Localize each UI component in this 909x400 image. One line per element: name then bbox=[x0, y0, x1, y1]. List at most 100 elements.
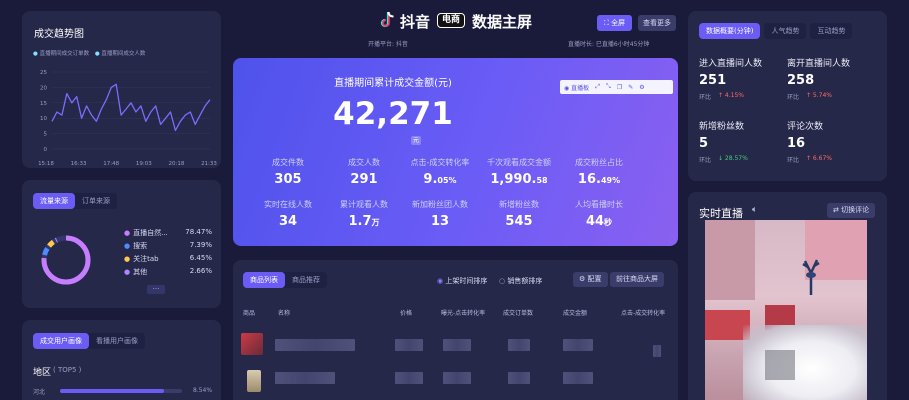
y-tick-label: 15 bbox=[40, 101, 47, 107]
source-tabs: 流量来源 订单来源 bbox=[33, 193, 117, 209]
tab-order-source[interactable]: 订单来源 bbox=[75, 193, 117, 209]
stat-compare-label: 环比 bbox=[699, 157, 712, 164]
metric-label: 成交粉丝占比 bbox=[575, 158, 623, 167]
trend-line bbox=[51, 83, 211, 132]
view-more-button[interactable]: 查看更多 bbox=[638, 15, 676, 31]
product-amount-blurred bbox=[563, 372, 593, 384]
metric-label: 新增粉丝数 bbox=[499, 200, 539, 209]
tab-interaction-trend[interactable]: 互动趋势 bbox=[810, 23, 853, 39]
region-sub: ( TOP5 ) bbox=[53, 366, 82, 374]
brand-name: 抖音 bbox=[400, 13, 431, 31]
switch-comments-label: 切换评论 bbox=[841, 206, 870, 214]
config-label: 配置 bbox=[587, 275, 602, 283]
region-row-fill bbox=[60, 389, 165, 393]
product-name-blurred bbox=[275, 339, 355, 351]
platform-info: 开播平台: 抖音 bbox=[368, 41, 408, 48]
region-row-pct: 8.54% bbox=[193, 387, 213, 394]
product-thumbnail bbox=[241, 333, 263, 355]
video-blur-block bbox=[765, 350, 795, 380]
product-row[interactable] bbox=[233, 330, 678, 362]
metric-value: 545 bbox=[474, 214, 564, 229]
y-tick-label: 0 bbox=[44, 147, 48, 153]
source-donut bbox=[41, 235, 91, 285]
sort-by-sales-label: 销售额排序 bbox=[507, 277, 543, 285]
region-row-name: 河北 bbox=[33, 389, 46, 396]
stat-change: ↑ 5.74% bbox=[806, 92, 832, 99]
product-amount-blurred bbox=[563, 339, 593, 351]
tab-viewer-portrait[interactable]: 看播用户画像 bbox=[89, 333, 145, 349]
source-dot-icon: ● bbox=[124, 242, 131, 250]
product-thumbnail bbox=[247, 370, 261, 392]
metric-number: 1.7 bbox=[348, 214, 372, 229]
metric-number: 305 bbox=[274, 172, 302, 187]
fullscreen-button[interactable]: ⛶ 全屏 bbox=[597, 15, 632, 31]
tab-summary[interactable]: 数据概要(分钟) bbox=[699, 23, 761, 39]
portrait-panel: 成交用户画像 看播用户画像 地区 ( TOP5 ) 河北 8.54% bbox=[22, 320, 221, 400]
stat-value: 251 bbox=[699, 73, 727, 88]
stat-change: ↑ 6.67% bbox=[806, 155, 832, 162]
mute-icon[interactable]: 🔈︎ bbox=[752, 205, 757, 215]
live-duration: 直播时长: 已直播6小时45分钟 bbox=[568, 41, 650, 48]
metric-value: 13 bbox=[395, 214, 485, 229]
metric-unit: 万 bbox=[371, 218, 380, 227]
source-panel: 流量来源 订单来源 ● 直播自然... 78.47% ● 搜索 7.39% ● 关注tab 6.… bbox=[22, 180, 221, 308]
source-dot-icon: ● bbox=[124, 255, 131, 263]
metric-value: 1,990.58 bbox=[474, 172, 564, 187]
radio-checked-icon: ◉ bbox=[437, 277, 444, 285]
product-row[interactable] bbox=[233, 368, 678, 400]
metric-number: 44 bbox=[585, 214, 605, 229]
switch-icon: ⇄ bbox=[833, 206, 839, 214]
product-column-header: 曝光-点击转化率 bbox=[441, 310, 486, 317]
gmv-toolbar: ◉ 直播板 ⤢ ⤡ ❐ ✎ ⚙ bbox=[560, 80, 673, 94]
sort-by-sales[interactable]: ○ 销售额排序 bbox=[499, 276, 542, 286]
product-ctr-blurred bbox=[443, 339, 471, 351]
metric-number: 9. bbox=[423, 172, 438, 187]
live-video[interactable] bbox=[705, 220, 867, 400]
stat-value: 258 bbox=[787, 73, 815, 88]
tab-product-recommend[interactable]: 商品推荐 bbox=[285, 272, 327, 288]
product-column-header: 商品 bbox=[243, 310, 256, 317]
live-board-icon: ◉ bbox=[564, 84, 570, 92]
tab-buyer-portrait[interactable]: 成交用户画像 bbox=[33, 333, 89, 349]
config-button[interactable]: ⚙ 配置 bbox=[573, 272, 608, 287]
stat-compare-label: 环比 bbox=[787, 157, 800, 164]
app-title: 数据主屏 bbox=[472, 13, 533, 31]
compress-icon[interactable]: ⤡ bbox=[606, 83, 611, 91]
settings-icon[interactable]: ⚙ bbox=[639, 84, 644, 91]
stat-compare-label: 环比 bbox=[787, 94, 800, 101]
region-label: 地区 bbox=[33, 368, 52, 378]
tab-popularity-trend[interactable]: 人气趋势 bbox=[764, 23, 807, 39]
x-tick-label: 17:48 bbox=[103, 161, 119, 167]
expand-icon[interactable]: ⤢ bbox=[595, 83, 600, 91]
source-dot-icon: ● bbox=[124, 229, 131, 237]
product-price-blurred bbox=[395, 372, 423, 384]
product-column-header: 成交订单数 bbox=[503, 310, 534, 317]
source-dot-icon: ● bbox=[124, 268, 131, 276]
source-item-pct: 2.66% bbox=[189, 267, 212, 275]
tab-traffic-source[interactable]: 流量来源 bbox=[33, 193, 75, 209]
product-tabs: 商品列表 商品推荐 bbox=[243, 272, 327, 288]
radio-unchecked-icon: ○ bbox=[499, 277, 506, 285]
fullscreen-label: 全屏 bbox=[611, 19, 626, 27]
live-board-button[interactable]: ◉ 直播板 bbox=[564, 83, 589, 92]
stat-change: ↓ 28.57% bbox=[718, 155, 748, 162]
metric-unit: 05% bbox=[437, 176, 457, 185]
douyin-logo-icon bbox=[380, 11, 396, 29]
live-board-label: 直播板 bbox=[571, 84, 590, 92]
source-more-button[interactable]: ··· bbox=[147, 285, 165, 294]
summary-panel: 数据概要(分钟) 人气趋势 互动趋势 进入直播间人数 251 环比 ↑ 4.15% 离开… bbox=[688, 11, 887, 181]
sort-by-shelf-time[interactable]: ◉ 上架时间排序 bbox=[437, 276, 487, 286]
stat-label: 进入直播间人数 bbox=[699, 59, 763, 69]
portrait-tabs: 成交用户画像 看播用户画像 bbox=[33, 333, 145, 349]
copy-icon[interactable]: ❐ bbox=[617, 84, 622, 91]
metric-number: 545 bbox=[505, 214, 533, 229]
goto-product-screen-button[interactable]: 前往商品大屏 bbox=[610, 272, 664, 287]
product-column-header: 点击-成交转化率 bbox=[621, 310, 666, 317]
edit-icon[interactable]: ✎ bbox=[628, 84, 633, 91]
x-tick-label: 15:18 bbox=[38, 161, 54, 167]
tab-product-list[interactable]: 商品列表 bbox=[243, 272, 285, 288]
summary-tabs: 数据概要(分钟) 人气趋势 互动趋势 bbox=[699, 23, 853, 39]
stat-compare-label: 环比 bbox=[699, 94, 712, 101]
source-item: ● 关注tab 6.45% bbox=[124, 254, 212, 264]
switch-comments-button[interactable]: ⇄ 切换评论 bbox=[827, 203, 876, 218]
